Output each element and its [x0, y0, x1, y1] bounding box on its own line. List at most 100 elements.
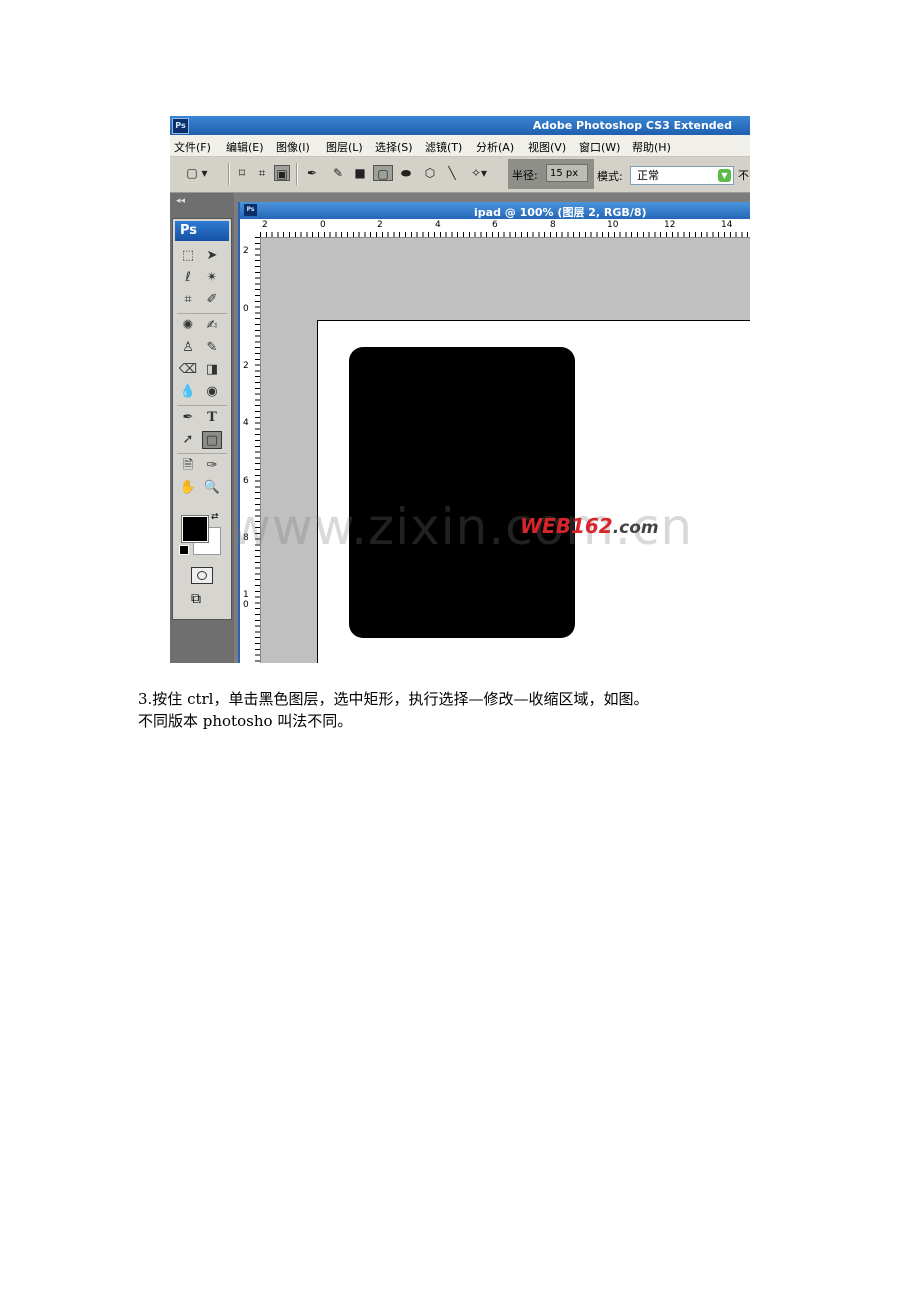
pasteboard: [261, 238, 750, 663]
separator: [177, 313, 227, 314]
ruler-label: 4: [243, 418, 249, 428]
app-title: Adobe Photoshop CS3 Extended: [532, 119, 732, 132]
separator: [177, 405, 227, 406]
chevron-down-icon: ▼: [718, 169, 731, 182]
radius-label: 半径:: [512, 169, 538, 182]
swap-colors-icon[interactable]: ⇄: [211, 512, 219, 522]
freeform-pen-icon[interactable]: ✎: [330, 165, 346, 181]
hand-tool-icon[interactable]: ✋: [178, 479, 198, 497]
healing-brush-icon[interactable]: ✺: [178, 317, 198, 335]
ruler-label: 0: [320, 220, 326, 230]
ruler-label: 10: [607, 220, 619, 230]
quick-mask-icon: [197, 571, 207, 580]
document-window: Ps ipad @ 100% (图层 2, RGB/8) 2 0 2 4 6 8…: [238, 202, 750, 663]
photoshop-screenshot: Ps Adobe Photoshop CS3 Extended 文件(F) 编辑…: [170, 116, 750, 663]
menu-view[interactable]: 视图(V): [528, 139, 566, 155]
line-icon[interactable]: ╲: [444, 165, 460, 181]
brush-tool-icon[interactable]: ✍: [202, 317, 222, 335]
ruler-ticks: [255, 237, 260, 663]
menu-window[interactable]: 窗口(W): [579, 139, 620, 155]
menu-file[interactable]: 文件(F): [174, 139, 211, 155]
menu-help[interactable]: 帮助(H): [632, 139, 671, 155]
menu-select[interactable]: 选择(S): [375, 139, 413, 155]
mode-select[interactable]: 正常 ▼: [630, 166, 734, 185]
dodge-tool-icon[interactable]: ◉: [202, 383, 222, 401]
ruler-label: 2: [377, 220, 383, 230]
document-canvas[interactable]: [317, 320, 750, 663]
gradient-tool-icon[interactable]: ◨: [202, 361, 222, 379]
ruler-label: 1 0: [243, 590, 249, 610]
type-tool-icon[interactable]: T: [202, 409, 222, 427]
document-title: ipad @ 100% (图层 2, RGB/8): [474, 206, 647, 219]
path-selection-icon[interactable]: ➚: [178, 431, 198, 449]
eyedropper-tool-icon[interactable]: ✑: [202, 457, 222, 475]
menu-analysis[interactable]: 分析(A): [476, 139, 514, 155]
move-tool-icon[interactable]: ➤: [202, 247, 222, 265]
logo-suffix: .com: [612, 518, 659, 538]
rounded-rectangle-tool-icon[interactable]: ▢: [202, 431, 222, 449]
default-colors-icon[interactable]: [179, 545, 189, 555]
rectangle-icon[interactable]: ■: [352, 165, 368, 181]
quick-mask-button[interactable]: [191, 567, 213, 584]
radius-input[interactable]: 15 px: [546, 164, 588, 182]
toolbox: Ps ⬚ ➤ ℓ ✴ ⌗ ✐ ✺ ✍ ♙ ✎ ⌫ ◨ 💧 ◉ ✒ T ➚ ▢ 🗎…: [172, 218, 232, 620]
menu-filter[interactable]: 滤镜(T): [425, 139, 462, 155]
eraser-tool-icon[interactable]: ⌫: [178, 361, 198, 379]
caption-line-2: 不同版本 photosho 叫法不同。: [138, 712, 353, 730]
zoom-tool-icon[interactable]: 🔍: [202, 479, 222, 497]
ellipse-icon[interactable]: ⬬: [398, 165, 414, 181]
polygon-icon[interactable]: ⬡: [422, 165, 438, 181]
pen-tool-icon[interactable]: ✒: [178, 409, 198, 427]
collapse-icon[interactable]: ◂◂: [176, 196, 185, 206]
clone-stamp-icon[interactable]: ♙: [178, 339, 198, 357]
separator: [228, 163, 230, 185]
separator: [296, 163, 298, 185]
ruler-label: 8: [550, 220, 556, 230]
screen-mode-icon[interactable]: ⧉: [191, 591, 201, 607]
menu-image[interactable]: 图像(I): [276, 139, 310, 155]
blur-tool-icon[interactable]: 💧: [178, 383, 198, 401]
ruler-label: 2: [243, 246, 249, 256]
logo-main: WEB162: [520, 514, 613, 538]
lasso-tool-icon[interactable]: ℓ: [178, 269, 198, 287]
horizontal-ruler[interactable]: 2 0 2 4 6 8 10 12 14: [260, 219, 750, 238]
radius-group: 半径: 15 px: [508, 159, 594, 189]
fill-pixels-icon[interactable]: ▣: [274, 165, 290, 181]
ruler-ticks: [260, 232, 750, 237]
mode-label: 模式:: [597, 170, 623, 183]
ruler-label: 6: [492, 220, 498, 230]
rounded-rectangle-icon[interactable]: ▢: [373, 165, 393, 181]
vertical-ruler[interactable]: 2 0 2 4 6 8 1 0: [240, 237, 261, 663]
pen-icon[interactable]: ✒: [304, 165, 320, 181]
ruler-label: 14: [721, 220, 733, 230]
crop-tool-icon[interactable]: ⌗: [178, 291, 198, 309]
ruler-label: 0: [243, 304, 249, 314]
separator: [177, 453, 227, 454]
toolbox-header: Ps: [175, 221, 229, 241]
marquee-tool-icon[interactable]: ⬚: [178, 247, 198, 265]
ruler-origin[interactable]: [240, 219, 261, 238]
ruler-label: 2: [262, 220, 268, 230]
ps-app-icon: Ps: [172, 118, 189, 134]
history-brush-icon[interactable]: ✎: [202, 339, 222, 357]
foreground-color-swatch[interactable]: [182, 516, 208, 542]
ruler-label: 4: [435, 220, 441, 230]
notes-tool-icon[interactable]: 🗎: [178, 457, 198, 475]
web162-logo: WEB162.com: [520, 514, 659, 538]
ruler-label: 2: [243, 361, 249, 371]
document-icon: Ps: [244, 204, 257, 216]
app-title-bar: Ps Adobe Photoshop CS3 Extended: [170, 116, 750, 135]
custom-shape-icon[interactable]: ✧▾: [466, 165, 492, 181]
opacity-label-truncated: 不: [738, 169, 749, 182]
shape-layers-icon[interactable]: ⌑: [234, 165, 250, 181]
paths-icon[interactable]: ⌗: [254, 165, 270, 181]
slice-tool-icon[interactable]: ✐: [202, 291, 222, 309]
instruction-caption: 3.按住 ctrl，单击黑色图层，选中矩形，执行选择—修改—收缩区域，如图。 不…: [138, 688, 788, 732]
magic-wand-tool-icon[interactable]: ✴: [202, 269, 222, 287]
mode-select-value: 正常: [637, 169, 659, 182]
document-title-bar: Ps ipad @ 100% (图层 2, RGB/8): [240, 202, 750, 219]
black-rounded-rectangle[interactable]: [349, 347, 575, 638]
menu-edit[interactable]: 编辑(E): [226, 139, 264, 155]
menu-layer[interactable]: 图层(L): [326, 139, 363, 155]
tool-preset-picker[interactable]: ▢ ▾: [186, 165, 208, 181]
